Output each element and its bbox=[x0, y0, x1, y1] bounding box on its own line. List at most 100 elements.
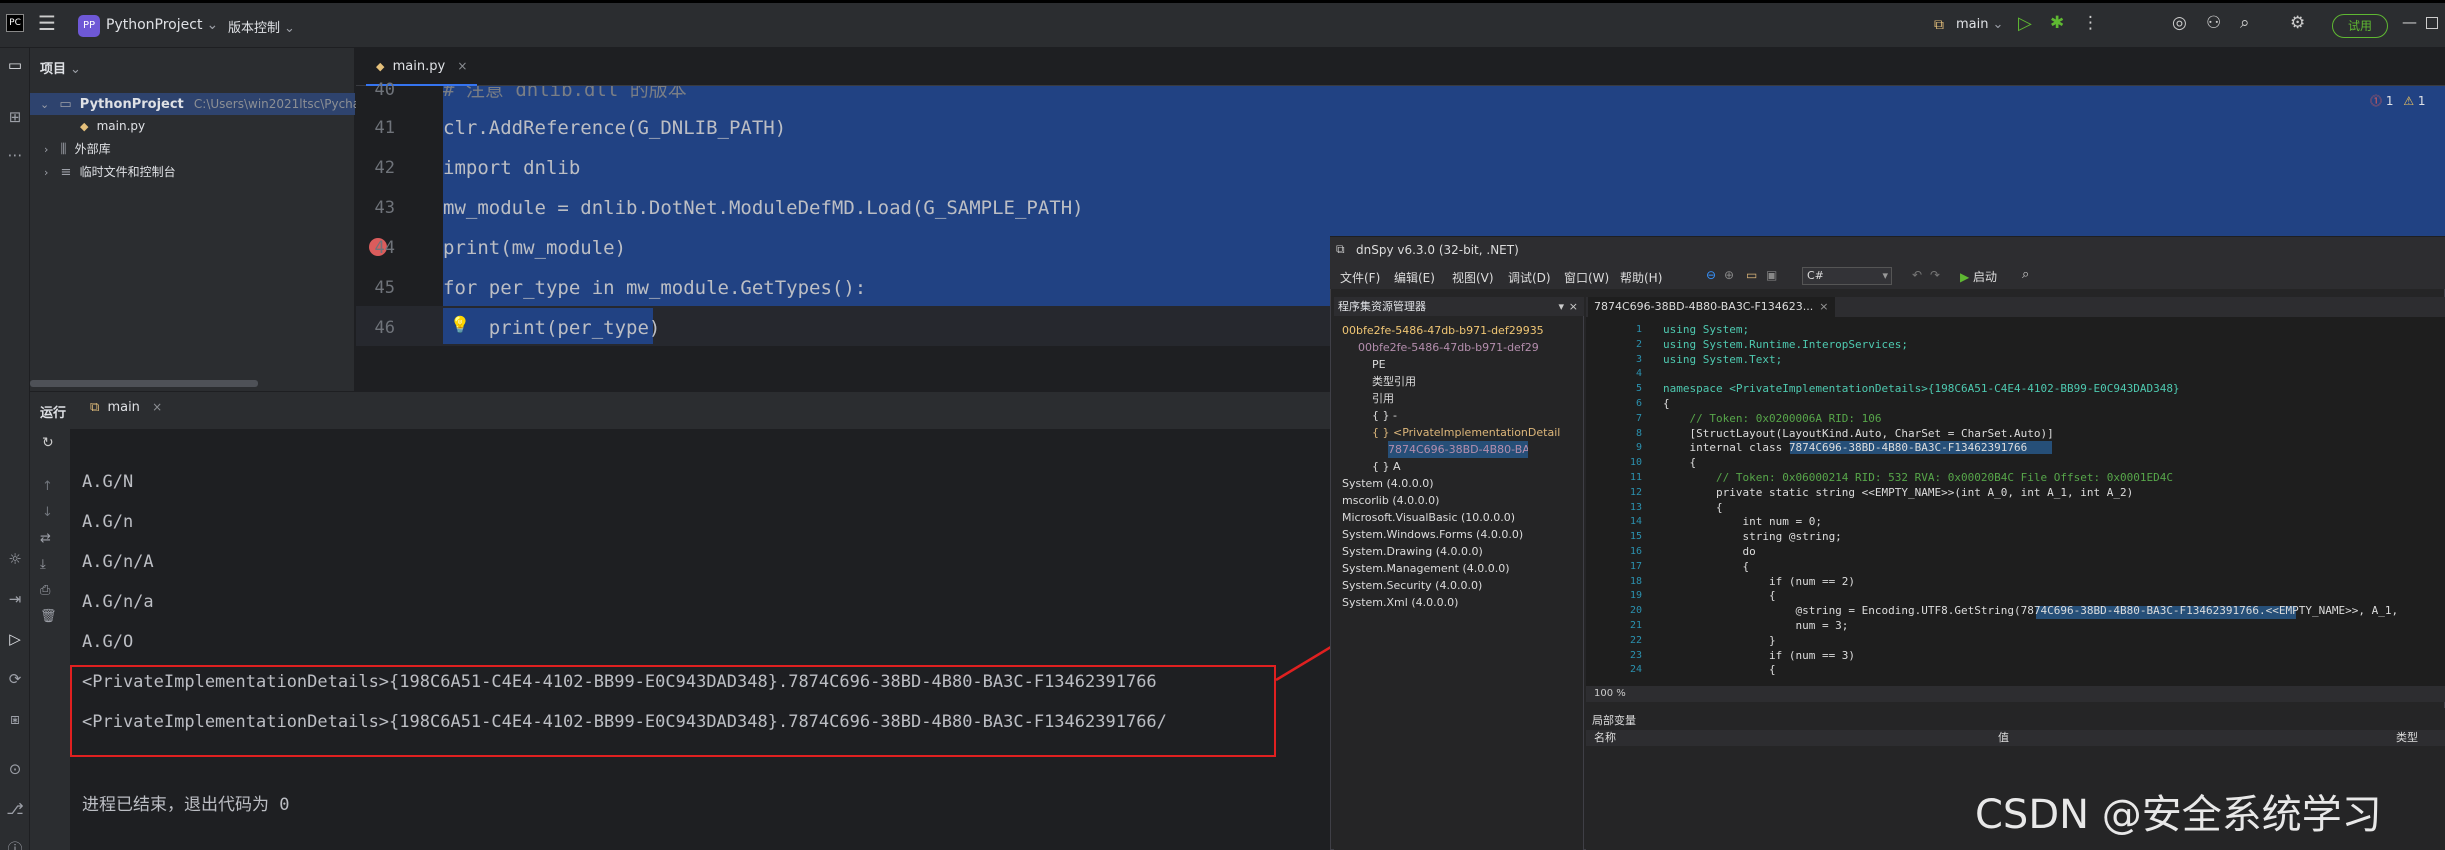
code-tab[interactable]: 7874C696-38BD-4B80-BA3C-F134623... × bbox=[1588, 297, 1835, 317]
project-switcher[interactable]: PythonProject ⌄ bbox=[106, 17, 218, 33]
tree-node[interactable]: System.Windows.Forms (4.0.0.0) bbox=[1342, 526, 1523, 543]
decompiled-line[interactable]: if (num == 3) bbox=[1663, 648, 2443, 663]
code-line[interactable]: import dnlib bbox=[443, 148, 580, 188]
tree-file-main[interactable]: ◆ main.py bbox=[80, 115, 145, 137]
project-panel-title[interactable]: 项目 ⌄ bbox=[40, 58, 81, 77]
trash-icon[interactable]: 🗑 bbox=[40, 609, 57, 624]
col-name[interactable]: 名称 bbox=[1594, 730, 1616, 746]
decompiled-line[interactable]: // Token: 0x06000214 RID: 532 RVA: 0x000… bbox=[1663, 470, 2443, 485]
hamburger-menu-icon[interactable]: ☰ bbox=[38, 12, 56, 34]
tree-node[interactable]: { } <PrivateImplementationDetail bbox=[1372, 424, 1586, 441]
soft-wrap-icon[interactable]: ⇄ bbox=[40, 531, 51, 546]
decompiled-line[interactable]: internal class 7874C696-38BD-4B80-BA3C-F… bbox=[1663, 440, 2443, 455]
close-icon[interactable]: × bbox=[1819, 300, 1828, 313]
horizontal-scrollbar[interactable] bbox=[30, 380, 258, 387]
rerun-icon[interactable]: ↻ bbox=[42, 435, 54, 451]
up-arrow-icon[interactable]: ↑ bbox=[42, 479, 53, 494]
decompiled-line[interactable]: using System.Runtime.InteropServices; bbox=[1663, 337, 2443, 352]
close-icon[interactable]: × bbox=[457, 59, 467, 73]
decompiled-line[interactable]: { bbox=[1663, 662, 2443, 677]
tree-node[interactable]: 7874C696-38BD-4B80-BA3 bbox=[1388, 441, 1528, 458]
close-icon[interactable]: × bbox=[152, 400, 162, 414]
undo-icon[interactable]: ↶ bbox=[1912, 268, 1922, 282]
menu-edit[interactable]: 编辑(E) bbox=[1394, 269, 1435, 286]
decompiled-line[interactable]: using System; bbox=[1663, 322, 2443, 337]
code-line[interactable]: print(mw_module) bbox=[443, 228, 626, 268]
decompiled-line[interactable]: private static string <<EMPTY_NAME>>(int… bbox=[1663, 485, 2443, 500]
tree-node[interactable]: 00bfe2fe-5486-47db-b971-def29935 bbox=[1342, 322, 1544, 339]
tree-external-libs[interactable]: › ⫼ 外部库 bbox=[44, 138, 111, 160]
terminal-icon[interactable]: ⧆ bbox=[4, 708, 26, 730]
decompiled-line[interactable]: { bbox=[1663, 559, 2443, 574]
forward-icon[interactable]: ⊕ bbox=[1724, 268, 1734, 282]
decompiled-line[interactable] bbox=[1663, 366, 2443, 381]
problems-icon[interactable]: ⊙ bbox=[4, 758, 26, 780]
decompiled-line[interactable]: if (num == 2) bbox=[1663, 574, 2443, 589]
dropdown-icon[interactable]: ▾ bbox=[1558, 297, 1564, 316]
language-select[interactable]: C# ▾ bbox=[1802, 267, 1892, 285]
decompiled-line[interactable]: // Token: 0x0200006A RID: 106 bbox=[1663, 411, 2443, 426]
tree-node[interactable]: 类型引用 bbox=[1372, 373, 1416, 390]
decompiled-line[interactable]: { bbox=[1663, 396, 2443, 411]
tree-node[interactable]: PE bbox=[1372, 356, 1386, 373]
zoom-bar[interactable]: 100 % bbox=[1586, 686, 2445, 702]
decompiled-line[interactable]: namespace <PrivateImplementationDetails>… bbox=[1663, 381, 2443, 396]
tree-node[interactable]: System (4.0.0.0) bbox=[1342, 475, 1434, 492]
decompiled-line[interactable]: } bbox=[1663, 633, 2443, 648]
code-line[interactable]: clr.AddReference(G_DNLIB_PATH) bbox=[443, 108, 786, 148]
decompiled-line[interactable]: { bbox=[1663, 455, 2443, 470]
tree-root-row[interactable]: ⌄ ▭ PythonProject C:\Users\win2021ltsc\P… bbox=[30, 93, 384, 115]
menu-file[interactable]: 文件(F) bbox=[1340, 269, 1380, 286]
start-button[interactable]: ▶ 启动 bbox=[1960, 268, 1997, 285]
minimize-icon[interactable]: — bbox=[2402, 13, 2417, 31]
more-actions-icon[interactable]: ⋮ bbox=[2082, 13, 2099, 33]
decompiled-line[interactable]: { bbox=[1663, 588, 2443, 603]
back-icon[interactable]: ⊖ bbox=[1706, 268, 1716, 282]
tree-node[interactable]: System.Security (4.0.0.0) bbox=[1342, 577, 1482, 594]
scroll-end-icon[interactable]: ⤓ bbox=[40, 557, 46, 572]
code-line[interactable]: for per_type in mw_module.GetTypes(): bbox=[443, 268, 866, 308]
code-line[interactable]: mw_module = dnlib.DotNet.ModuleDefMD.Loa… bbox=[443, 188, 1084, 228]
tree-node[interactable]: { } A bbox=[1372, 458, 1401, 475]
col-value[interactable]: 值 bbox=[1998, 730, 2009, 746]
ai-assistant-icon[interactable]: ◎ bbox=[2172, 13, 2187, 33]
more-tools-icon[interactable]: ⋯ bbox=[4, 144, 26, 166]
menu-help[interactable]: 帮助(H) bbox=[1620, 269, 1662, 286]
decompiled-line[interactable]: string @string; bbox=[1663, 529, 2443, 544]
tree-node[interactable]: System.Management (4.0.0.0) bbox=[1342, 560, 1510, 577]
close-icon[interactable]: × bbox=[1569, 297, 1578, 316]
run-tab-main[interactable]: ⧉ main × bbox=[90, 400, 162, 415]
python-packages-icon[interactable]: ☼ bbox=[4, 548, 26, 570]
git-icon[interactable]: ⎇ bbox=[4, 798, 26, 820]
structure-icon[interactable]: ⊞ bbox=[4, 106, 26, 128]
services-icon[interactable]: ⟳ bbox=[4, 668, 26, 690]
tree-node[interactable]: 00bfe2fe-5486-47db-b971-def29 bbox=[1358, 339, 1586, 356]
print-icon[interactable]: ⎙ bbox=[40, 583, 50, 598]
tree-node[interactable]: mscorlib (4.0.0.0) bbox=[1342, 492, 1439, 509]
inspection-status[interactable]: ⓵ 1 ⚠ 1 bbox=[2370, 92, 2426, 109]
menu-view[interactable]: 视图(V) bbox=[1452, 269, 1494, 286]
tree-scratches[interactable]: › ≡ 临时文件和控制台 bbox=[44, 161, 176, 183]
add-user-icon[interactable]: ⚇ bbox=[2206, 13, 2221, 33]
tree-node[interactable]: Microsoft.VisualBasic (10.0.0.0) bbox=[1342, 509, 1515, 526]
maximize-icon[interactable] bbox=[2426, 17, 2438, 29]
info-icon[interactable]: ⓘ bbox=[4, 838, 26, 850]
search-icon[interactable]: ⌕ bbox=[2240, 13, 2250, 33]
tree-node[interactable]: { } - bbox=[1372, 407, 1397, 424]
decompiled-line[interactable]: num = 3; bbox=[1663, 618, 2443, 633]
decompiled-line[interactable]: using System.Text; bbox=[1663, 352, 2443, 367]
settings-gear-icon[interactable]: ⚙ bbox=[2290, 13, 2305, 33]
save-icon[interactable]: ▣ bbox=[1766, 268, 1777, 282]
run-config-selector[interactable]: main ⌄ bbox=[1956, 17, 2003, 32]
decompiled-line[interactable]: { bbox=[1663, 500, 2443, 515]
decompiled-line[interactable]: [StructLayout(LayoutKind.Auto, CharSet =… bbox=[1663, 426, 2443, 441]
decompiled-line[interactable]: do bbox=[1663, 544, 2443, 559]
code-line[interactable]: print(per_type) bbox=[443, 308, 661, 348]
run-tool-icon[interactable]: ▷ bbox=[4, 628, 26, 650]
col-type[interactable]: 类型 bbox=[2396, 730, 2418, 746]
folder-icon[interactable]: ▭ bbox=[4, 54, 26, 76]
debug-icon[interactable]: ✱ bbox=[2050, 13, 2064, 33]
run-icon[interactable]: ▷ bbox=[2018, 13, 2032, 34]
menu-debug[interactable]: 调试(D) bbox=[1508, 269, 1551, 286]
decompiled-line[interactable]: @string = Encoding.UTF8.GetString(7874C6… bbox=[1663, 603, 2443, 618]
